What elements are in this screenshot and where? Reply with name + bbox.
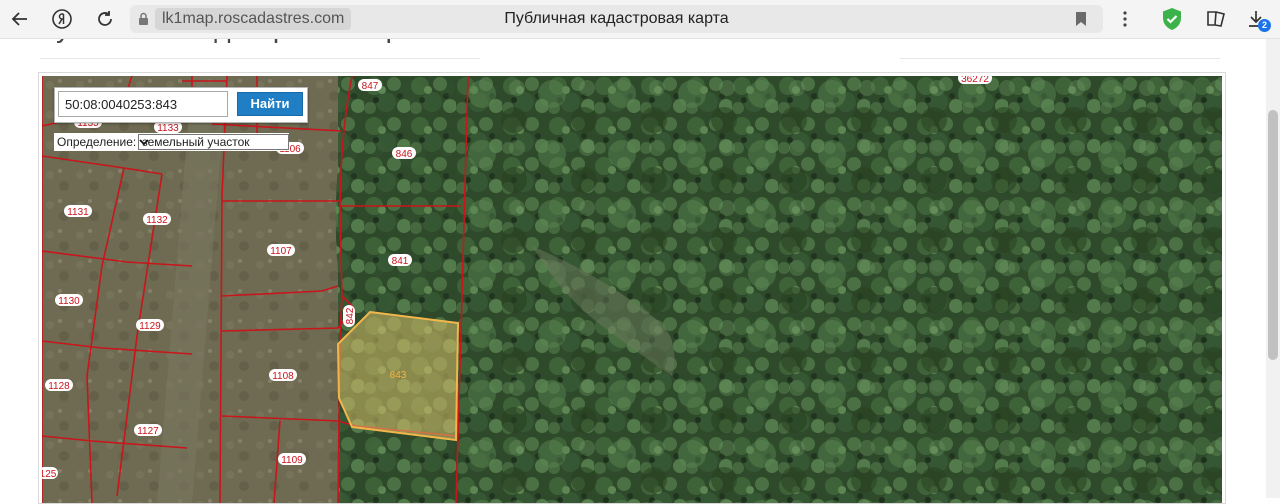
- svg-text:1131: 1131: [67, 207, 89, 218]
- reload-icon: [98, 11, 112, 26]
- parcel-label-1129[interactable]: 1129: [136, 319, 164, 332]
- parcel-label-1128[interactable]: 1128: [45, 379, 73, 392]
- svg-text:843: 843: [390, 370, 407, 381]
- svg-text:842: 842: [345, 307, 356, 324]
- downloads-badge: 2: [1258, 19, 1271, 32]
- parcel-label-1132[interactable]: 1132: [143, 213, 171, 226]
- collections-button[interactable]: [1203, 6, 1229, 32]
- svg-text:1108: 1108: [272, 371, 294, 382]
- divider: [40, 58, 480, 59]
- yandex-button[interactable]: [48, 5, 76, 33]
- definition-selected-value: земельный участок: [142, 135, 250, 149]
- svg-text:1132: 1132: [146, 215, 168, 226]
- search-button[interactable]: Найти: [237, 92, 303, 116]
- cadastral-number-input[interactable]: [58, 91, 228, 117]
- chevron-down-icon: [139, 139, 149, 146]
- address-bar[interactable]: lk1map.roscadastres.com Публичная кадаст…: [130, 5, 1103, 33]
- parcel-label-1130[interactable]: 1130: [55, 294, 83, 307]
- parcel-label-842[interactable]: 842: [343, 305, 356, 327]
- browser-toolbar: lk1map.roscadastres.com Публичная кадаст…: [0, 0, 1280, 39]
- parcel-label-36272[interactable]: 36272: [958, 76, 992, 85]
- svg-text:1109: 1109: [281, 455, 303, 466]
- reload-button[interactable]: [91, 5, 119, 33]
- cadastral-map[interactable]: 847 36272 1135 1133 1106 846 1131 1132 1…: [42, 76, 1222, 503]
- menu-button[interactable]: [1111, 5, 1139, 33]
- parcel-label-1125[interactable]: 125: [42, 467, 58, 480]
- collections-icon: [1207, 11, 1225, 27]
- menu-dots-icon: [1123, 11, 1127, 27]
- back-icon: [11, 12, 27, 26]
- svg-text:1129: 1129: [139, 321, 161, 332]
- parcel-label-847[interactable]: 847: [358, 79, 382, 92]
- scrollbar-thumb[interactable]: [1268, 110, 1278, 360]
- svg-text:1127: 1127: [137, 426, 159, 437]
- tab-page-title: Публичная кадастровая карта: [504, 10, 729, 27]
- protect-extension-button[interactable]: [1159, 6, 1185, 32]
- parcel-label-846[interactable]: 846: [392, 147, 416, 160]
- parcel-label-843[interactable]: 843: [390, 370, 407, 381]
- yandex-icon: [52, 9, 72, 29]
- definition-select[interactable]: земельный участок: [138, 134, 290, 150]
- map-frame: 847 36272 1135 1133 1106 846 1131 1132 1…: [38, 72, 1226, 504]
- shield-icon: [1163, 8, 1181, 30]
- parcel-label-1108[interactable]: 1108: [269, 369, 297, 382]
- svg-text:1128: 1128: [48, 381, 70, 392]
- parcel-label-1109[interactable]: 1109: [278, 453, 306, 466]
- parcel-label-841[interactable]: 841: [388, 254, 412, 267]
- definition-label: Определение:: [57, 135, 137, 149]
- parcel-label-1131[interactable]: 1131: [64, 205, 92, 218]
- svg-text:1107: 1107: [270, 246, 292, 257]
- svg-text:36272: 36272: [961, 76, 989, 85]
- bookmark-icon[interactable]: [1075, 11, 1087, 27]
- divider: [900, 58, 1220, 59]
- svg-text:841: 841: [392, 256, 409, 267]
- back-button[interactable]: [6, 5, 34, 33]
- svg-text:1130: 1130: [58, 296, 80, 307]
- definition-row: Определение: земельный участок: [54, 133, 290, 151]
- cadastral-search-panel: Найти: [54, 87, 308, 123]
- svg-text:846: 846: [396, 149, 413, 160]
- svg-text:125: 125: [42, 469, 57, 480]
- parcel-label-1107[interactable]: 1107: [267, 244, 295, 257]
- parcel-label-1127[interactable]: 1127: [134, 424, 162, 437]
- svg-text:847: 847: [362, 81, 379, 92]
